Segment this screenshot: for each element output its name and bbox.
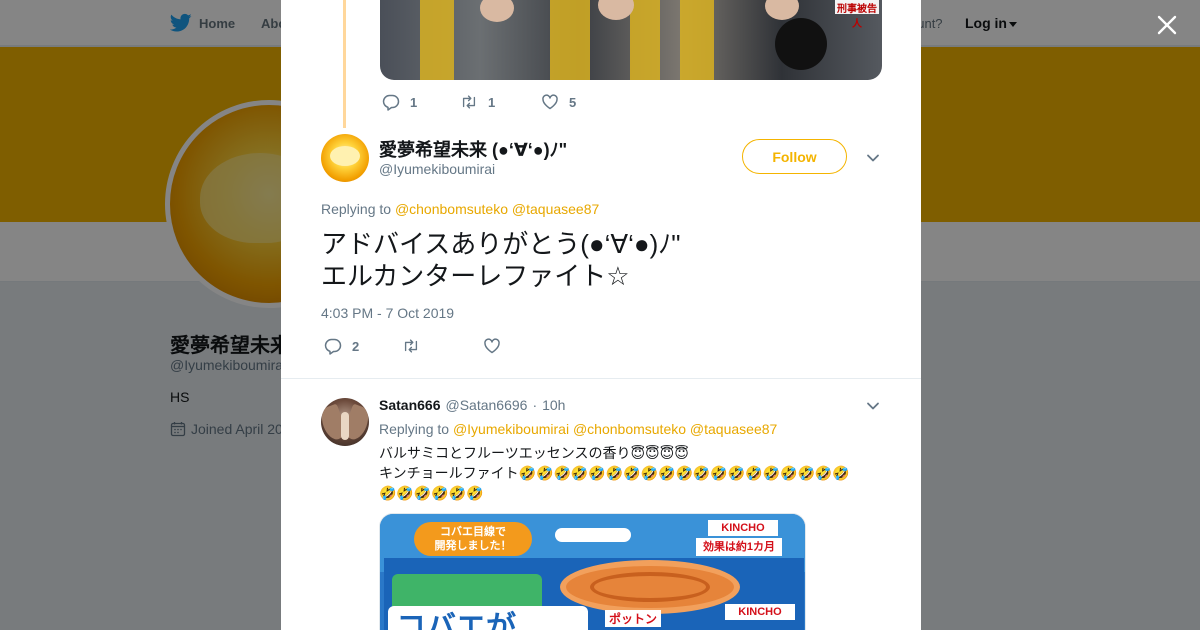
previous-like-action[interactable]: 5 xyxy=(541,93,576,111)
main-tweet-author-name[interactable]: 愛夢希望未来 (●‘∀‘●)ﾉ" xyxy=(379,136,567,162)
main-replying-to: Replying to @chonbomsuteko @taquasee87 xyxy=(321,201,599,217)
chevron-down-icon[interactable] xyxy=(866,151,880,165)
reply-header-separator: · xyxy=(532,397,538,413)
main-tweet-avatar[interactable] xyxy=(321,134,369,182)
reply-replying-to: Replying to @Iyumekiboumirai @chonbomsut… xyxy=(379,421,777,437)
previous-retweet-action[interactable]: 1 xyxy=(460,93,495,111)
follow-button[interactable]: Follow xyxy=(742,139,847,174)
reply-author-name[interactable]: Satan666 xyxy=(379,397,440,413)
reply-icon xyxy=(324,338,342,355)
previous-media-sign: 刑事被告人 xyxy=(835,0,879,30)
reply-tweet-text: バルサミコとフルーツエッセンスの香り😇😇😇😇 キンチョールファイト🤣🤣🤣🤣🤣🤣🤣… xyxy=(379,445,850,501)
media-product-name: コバエが xyxy=(388,606,588,630)
main-like-action[interactable] xyxy=(483,337,501,355)
tweet-modal: 刑事被告人 1 1 5 愛夢希望未来 (●‘∀‘●)ﾉ" @Iyumekibou… xyxy=(281,0,921,630)
reply-tweet-media[interactable]: コバエ目線で 開発しました！ KINCHO 効果は約1カ月 コバエが ポットン … xyxy=(379,513,806,630)
mention-link[interactable]: @taquasee87 xyxy=(690,421,777,437)
replying-prefix: Replying to xyxy=(379,421,450,437)
thread-line xyxy=(343,0,346,128)
mention-link[interactable]: @Iyumekiboumirai xyxy=(453,421,569,437)
reply-icon xyxy=(382,94,400,111)
media-bubble-text: コバエ目線で 開発しました！ xyxy=(414,522,532,556)
reply-tweet-header: Satan666 @Satan6696 · 10h xyxy=(379,397,565,413)
reply-tweet-avatar[interactable] xyxy=(321,398,369,446)
media-badge: 効果は約1カ月 xyxy=(696,538,782,556)
like-icon xyxy=(484,338,500,354)
retweet-icon xyxy=(404,339,418,353)
replying-prefix: Replying to xyxy=(321,201,392,217)
media-sub-text: ポットン xyxy=(605,610,662,627)
like-icon xyxy=(542,94,558,110)
close-icon[interactable] xyxy=(1152,10,1182,40)
previous-like-count: 5 xyxy=(569,94,577,110)
previous-retweet-count: 1 xyxy=(488,94,496,110)
previous-tweet-media[interactable]: 刑事被告人 xyxy=(380,0,882,80)
main-reply-count: 2 xyxy=(352,338,360,354)
main-reply-action[interactable]: 2 xyxy=(324,337,359,355)
main-tweet-text-line: アドバイスありがとう(●‘∀‘●)ﾉ" xyxy=(321,229,681,259)
main-tweet-timestamp[interactable]: 4:03 PM - 7 Oct 2019 xyxy=(321,305,454,321)
retweet-icon xyxy=(462,95,476,109)
main-tweet-text: アドバイスありがとう(●‘∀‘●)ﾉ" エルカンターレファイト☆ xyxy=(321,228,681,292)
divider xyxy=(281,378,921,379)
mention-link[interactable]: @taquasee87 xyxy=(512,201,599,217)
previous-reply-count: 1 xyxy=(410,94,418,110)
media-brand-label: KINCHO xyxy=(708,520,778,536)
chevron-down-icon[interactable] xyxy=(866,399,880,413)
main-tweet-text-line: エルカンターレファイト☆ xyxy=(321,261,630,291)
reply-author-handle[interactable]: @Satan6696 xyxy=(445,397,527,413)
media-brand-label: KINCHO xyxy=(725,604,795,620)
previous-reply-action[interactable]: 1 xyxy=(382,93,417,111)
mention-link[interactable]: @chonbomsuteko xyxy=(573,421,686,437)
reply-time[interactable]: 10h xyxy=(542,397,565,413)
mention-link[interactable]: @chonbomsuteko xyxy=(395,201,508,217)
main-retweet-action[interactable] xyxy=(402,337,420,355)
main-tweet-author-handle[interactable]: @Iyumekiboumirai xyxy=(379,161,495,177)
